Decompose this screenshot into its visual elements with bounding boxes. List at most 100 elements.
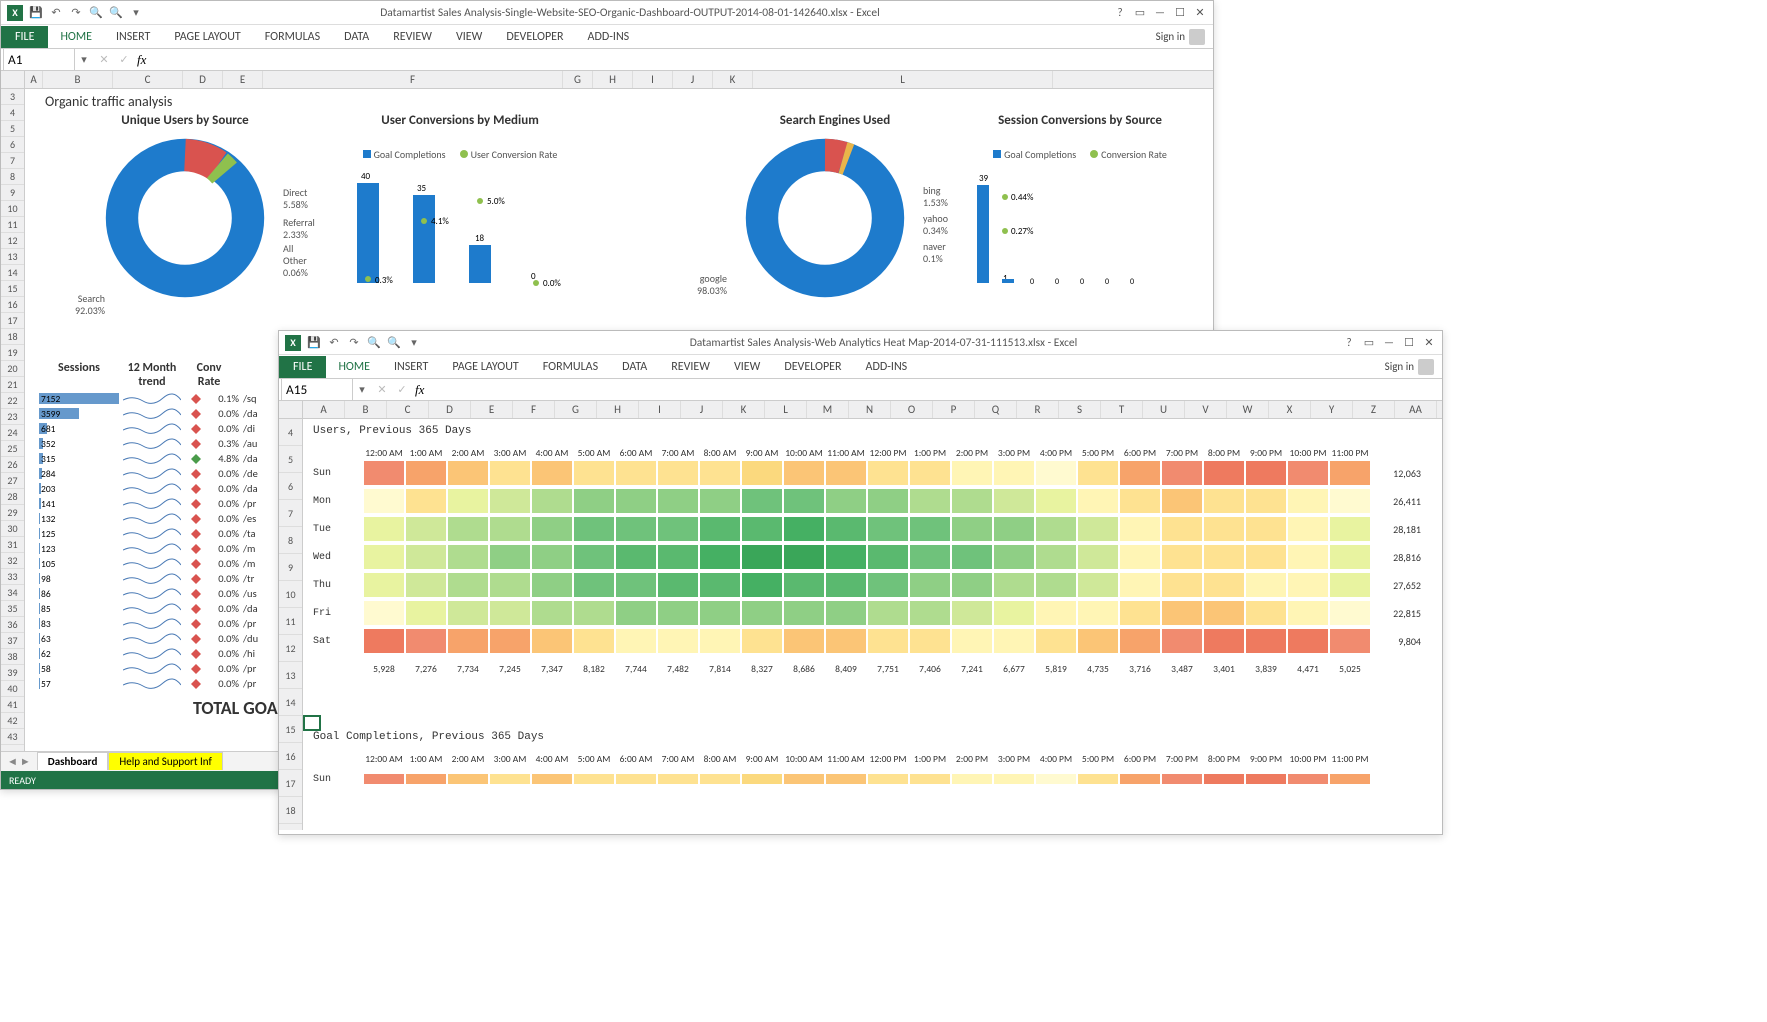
header-trend: 12 Month trend	[119, 359, 185, 391]
close-icon[interactable]: ✕	[1420, 335, 1438, 351]
svg-text:35: 35	[417, 183, 427, 194]
sheet-tab-dashboard[interactable]: Dashboard	[37, 752, 109, 770]
sheet-tab-help[interactable]: Help and Support Inf	[108, 752, 222, 770]
signin-link[interactable]: Sign in	[1148, 29, 1213, 45]
chart-title-bars1: User Conversions by Medium	[335, 113, 585, 128]
name-box-2[interactable]	[281, 378, 353, 401]
callout-yahoo: yahoo0.34%	[923, 213, 948, 237]
redo-icon[interactable]: ↷	[69, 6, 83, 20]
ribbon-tabs: FILE HOME INSERT PAGE LAYOUT FORMULAS DA…	[1, 25, 1213, 49]
tab-addins[interactable]: ADD-INS	[576, 26, 642, 48]
tab-home[interactable]: HOME	[48, 26, 104, 48]
session-row: 1050.0%/m	[39, 556, 277, 571]
enter-formula-icon[interactable]: ✓	[117, 53, 131, 67]
qat-dropdown-icon[interactable]: ▾	[129, 6, 143, 20]
donut-chart-engines	[735, 128, 915, 308]
tab-data[interactable]: DATA	[332, 26, 381, 48]
session-row: 2030.0%/da	[39, 481, 277, 496]
help-icon[interactable]: ?	[1111, 5, 1129, 21]
redo-icon[interactable]: ↷	[347, 336, 361, 350]
tab-file[interactable]: FILE	[279, 356, 326, 378]
maximize-icon[interactable]: ☐	[1400, 335, 1418, 351]
column-headers-2[interactable]: ABCDEFGHIJKLMNOPQRSTUVWXYZAA	[279, 401, 1442, 419]
tab-file[interactable]: FILE	[1, 26, 48, 48]
svg-text:0: 0	[1130, 277, 1134, 287]
signin-link[interactable]: Sign in	[1377, 359, 1442, 375]
header-rate: Conv Rate	[185, 359, 233, 391]
cancel-formula-icon[interactable]: ✕	[97, 53, 111, 67]
name-dropdown-icon[interactable]: ▾	[355, 383, 369, 397]
fx-icon[interactable]: fx	[415, 382, 424, 398]
title-bar-2: X 💾 ↶ ↷ 🔍 🔍 ▾ Datamartist Sales Analysis…	[279, 331, 1442, 355]
tab-formulas[interactable]: FORMULAS	[253, 26, 332, 48]
formula-input[interactable]	[152, 51, 1207, 68]
tab-next-icon[interactable]: ►	[20, 755, 31, 768]
callout-allother: All Other0.06%	[283, 243, 315, 279]
undo-icon[interactable]: ↶	[49, 6, 63, 20]
maximize-icon[interactable]: ☐	[1171, 5, 1189, 21]
svg-text:4.1%: 4.1%	[431, 216, 449, 227]
undo-icon[interactable]: ↶	[327, 336, 341, 350]
row-headers[interactable]: 3456789101112131415161718192021222324252…	[1, 89, 25, 767]
tab-prev-icon[interactable]: ◄	[7, 755, 18, 768]
minimize-icon[interactable]: —	[1380, 335, 1398, 351]
zoom-in-icon[interactable]: 🔍	[387, 336, 401, 350]
svg-text:0: 0	[1105, 277, 1109, 287]
chart-title-bars2: Session Conversions by Source	[965, 113, 1195, 128]
tab-insert[interactable]: INSERT	[382, 356, 440, 378]
tab-review[interactable]: REVIEW	[381, 26, 444, 48]
formula-input-2[interactable]	[430, 381, 1436, 398]
cancel-formula-icon[interactable]: ✕	[375, 383, 389, 397]
save-icon[interactable]: 💾	[29, 6, 43, 20]
window-title-2: Datamartist Sales Analysis-Web Analytics…	[427, 336, 1340, 350]
callout-google: google98.03%	[697, 273, 727, 297]
qat-dropdown-icon[interactable]: ▾	[407, 336, 421, 350]
svg-text:0: 0	[1030, 277, 1034, 287]
tab-addins[interactable]: ADD-INS	[854, 356, 920, 378]
tab-page-layout[interactable]: PAGE LAYOUT	[440, 356, 530, 378]
tab-view[interactable]: VIEW	[444, 26, 494, 48]
ribbon-collapse-icon[interactable]: ▭	[1360, 335, 1378, 351]
fx-icon[interactable]: fx	[137, 52, 146, 68]
save-icon[interactable]: 💾	[307, 336, 321, 350]
column-headers[interactable]: ABCDEFGHIJKL	[1, 71, 1213, 89]
session-row: 850.0%/da	[39, 601, 277, 616]
header-sessions: Sessions	[39, 359, 119, 391]
heatmap-row: Mon26,411	[313, 487, 1421, 515]
minimize-icon[interactable]: —	[1151, 5, 1169, 21]
close-icon[interactable]: ✕	[1191, 5, 1209, 21]
zoom-out-icon[interactable]: 🔍	[89, 6, 103, 20]
name-dropdown-icon[interactable]: ▾	[77, 53, 91, 67]
zoom-out-icon[interactable]: 🔍	[367, 336, 381, 350]
tab-page-layout[interactable]: PAGE LAYOUT	[162, 26, 252, 48]
svg-text:0.27%: 0.27%	[1011, 226, 1034, 237]
row-headers-2[interactable]: 45678910111213141516171819	[279, 419, 303, 830]
zoom-in-icon[interactable]: 🔍	[109, 6, 123, 20]
tab-home[interactable]: HOME	[326, 356, 382, 378]
tab-formulas[interactable]: FORMULAS	[531, 356, 610, 378]
session-row: 630.0%/du	[39, 631, 277, 646]
enter-formula-icon[interactable]: ✓	[395, 383, 409, 397]
ribbon-collapse-icon[interactable]: ▭	[1131, 5, 1149, 21]
worksheet-2[interactable]: Users, Previous 365 Days 12:00 AM1:00 AM…	[303, 419, 1442, 830]
heatmap-row: Fri22,815	[313, 599, 1421, 627]
svg-text:0: 0	[1055, 277, 1059, 287]
chart-title-donut1: Unique Users by Source	[55, 113, 315, 128]
tab-developer[interactable]: DEVELOPER	[494, 26, 575, 48]
help-icon[interactable]: ?	[1340, 335, 1358, 351]
name-box[interactable]	[3, 48, 75, 71]
selected-cell	[303, 715, 321, 731]
svg-text:0: 0	[1080, 277, 1084, 287]
tab-review[interactable]: REVIEW	[659, 356, 722, 378]
callout-direct: Direct5.58%	[283, 187, 308, 211]
tab-insert[interactable]: INSERT	[104, 26, 162, 48]
tab-view[interactable]: VIEW	[722, 356, 772, 378]
report-title: Organic traffic analysis	[45, 93, 172, 110]
avatar-icon	[1189, 29, 1205, 45]
heatmap-row: Sun12,063	[313, 459, 1421, 487]
tab-data[interactable]: DATA	[610, 356, 659, 378]
tab-developer[interactable]: DEVELOPER	[772, 356, 853, 378]
session-row: 860.0%/us	[39, 586, 277, 601]
sessions-table: Sessions 12 Month trend Conv Rate 71520.…	[39, 359, 277, 691]
total-goal-label: TOTAL GOAL	[193, 697, 285, 719]
